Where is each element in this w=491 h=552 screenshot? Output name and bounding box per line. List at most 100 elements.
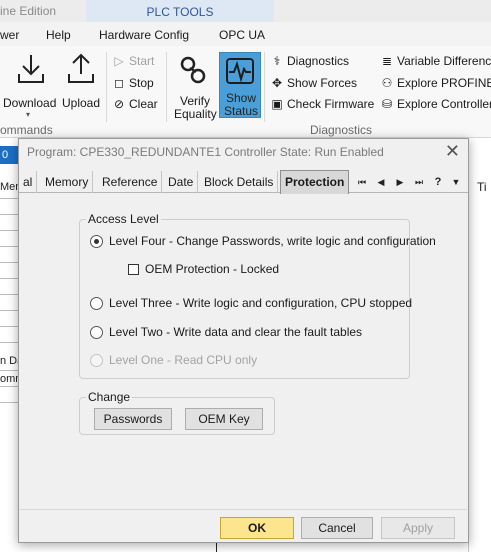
download-button[interactable]: Download ▾ [2,50,58,120]
passwords-button[interactable]: Passwords [94,408,172,430]
tab-date[interactable]: Date [164,171,199,193]
tab-block-details[interactable]: Block Details [200,171,279,193]
level-four-radio[interactable] [90,234,103,248]
explore-controller-button[interactable]: ⛁ Explore Controller [380,97,491,111]
app-edition-label: ine Edition [0,4,57,18]
diagnostics-icon: ⚕ [273,54,281,68]
apply-button[interactable]: Apply [381,517,455,539]
menu-item-opc-ua[interactable]: OPC UA [219,28,265,42]
level-two-option[interactable]: Level Two - Write data and clear the fau… [90,324,362,340]
level-four-label: Level Four - Change Passwords, write log… [109,234,436,248]
check-firmware-button[interactable]: ▣ Check Firmware [270,97,374,111]
show-forces-button[interactable]: ✥ Show Forces [270,76,357,90]
grid-line [0,310,20,311]
grid-line [0,214,20,215]
show-forces-label: Show Forces [287,76,358,90]
cancel-button[interactable]: Cancel [301,517,373,539]
help-icon[interactable]: ? [430,174,446,190]
program-properties-dialog: Program: CPE330_REDUNDANTE1 Controller S… [18,138,469,543]
level-one-option: Level One - Read CPU only [90,352,257,368]
footer-separator [20,509,467,510]
grid-line [0,262,20,263]
level-three-label: Level Three - Write logic and configurat… [109,296,413,310]
close-icon[interactable]: ✕ [445,141,460,162]
grid-line [0,370,20,371]
oem-protection-checkbox[interactable] [128,263,139,275]
stop-button[interactable]: ◻ Stop [112,76,154,90]
grid-line [0,402,20,403]
play-icon: ▷ [114,54,124,68]
level-one-radio [90,353,103,367]
explore-profinet-button[interactable]: ⚇ Explore PROFINET [380,76,491,90]
download-label: Download [3,96,57,110]
clear-icon: ⊘ [113,97,125,111]
tab-general[interactable]: al [19,171,38,193]
context-tab-plc-tools[interactable]: PLC TOOLS [86,0,274,22]
last-tab-icon[interactable]: ⏭ [411,174,427,190]
level-one-label: Level One - Read CPU only [109,353,258,367]
grid-line [0,246,20,247]
next-tab-icon[interactable]: ▶ [392,174,408,190]
ribbon-separator [264,52,265,122]
upload-button[interactable]: Upload [60,50,104,120]
oem-protection-option[interactable]: OEM Protection - Locked [128,261,279,277]
upload-label: Upload [62,96,101,110]
diagnostics-label: Diagnostics [287,54,350,68]
grid-line [0,294,20,295]
database-icon: ⛁ [381,97,393,111]
network-icon: ⚇ [381,76,393,90]
forces-icon: ✥ [271,76,283,90]
first-tab-icon[interactable]: ⏮ [354,174,370,190]
access-level-title: Access Level [86,212,161,226]
ok-button[interactable]: OK [220,517,294,539]
menu-item-help[interactable]: Help [46,28,71,42]
tab-strip: al Memory Reference Date Block Details P… [19,170,468,194]
verify-equality-button[interactable]: Verify Equality [170,50,218,121]
change-title: Change [86,390,133,404]
right-column-header: Ti [477,180,487,194]
level-four-option[interactable]: Level Four - Change Passwords, write log… [90,233,436,249]
tab-memory[interactable]: Memory [41,171,94,193]
variable-difference-button[interactable]: ≣ Variable Differenc [380,54,491,68]
show-status-label-line2: Status [224,104,259,118]
level-two-radio[interactable] [90,325,103,339]
stop-icon: ◻ [114,76,124,90]
oem-key-button[interactable]: OEM Key [185,408,263,430]
menu-item-power[interactable]: wer [0,28,19,42]
menu-bar: wer Help Hardware Config OPC UA [0,22,491,46]
app-titlebar: ine Edition PLC TOOLS [0,0,491,22]
explore-controller-label: Explore Controller [397,97,491,111]
grid-line [0,326,20,327]
tab-protection[interactable]: Protection [280,170,350,194]
explore-profinet-label: Explore PROFINET [397,76,491,90]
check-firmware-label: Check Firmware [287,97,375,111]
access-level-group: Access Level Level Four - Change Passwor… [79,212,436,379]
level-three-radio[interactable] [90,296,103,310]
grid-line [0,278,20,279]
ribbon-separator [166,52,167,122]
dialog-title: Program: CPE330_REDUNDANTE1 Controller S… [27,145,384,159]
grid-line [0,386,20,387]
diagnostics-button[interactable]: ⚕ Diagnostics [270,54,349,68]
start-button[interactable]: ▷ Start [112,54,154,68]
previous-tab-icon[interactable]: ◀ [373,174,389,190]
menu-item-hardware-config[interactable]: Hardware Config [99,28,189,42]
start-label: Start [129,54,155,68]
upload-icon [68,53,94,83]
tab-menu-icon[interactable]: ▼ [448,174,464,190]
ribbon: Download ▾ Upload ▷ Start ◻ Stop ⊘ Clear Ve… [0,46,491,138]
dropdown-arrow-icon: ▾ [26,110,31,119]
clear-button[interactable]: ⊘ Clear [112,97,158,111]
left-column-header: Mem [0,181,20,193]
show-status-button[interactable]: Show Status [219,52,261,118]
background-grid-right: Ti [468,170,491,552]
protection-tab-panel: Access Level Level Four - Change Passwor… [20,194,467,509]
level-two-label: Level Two - Write data and clear the fau… [109,325,363,339]
grid-line [0,342,20,343]
variable-difference-icon: ≣ [381,54,393,68]
show-status-label-line1: Show [226,91,257,105]
tab-reference[interactable]: Reference [98,171,163,193]
level-three-option[interactable]: Level Three - Write logic and configurat… [90,295,412,311]
clear-label: Clear [129,97,158,111]
ribbon-separator [106,52,107,122]
